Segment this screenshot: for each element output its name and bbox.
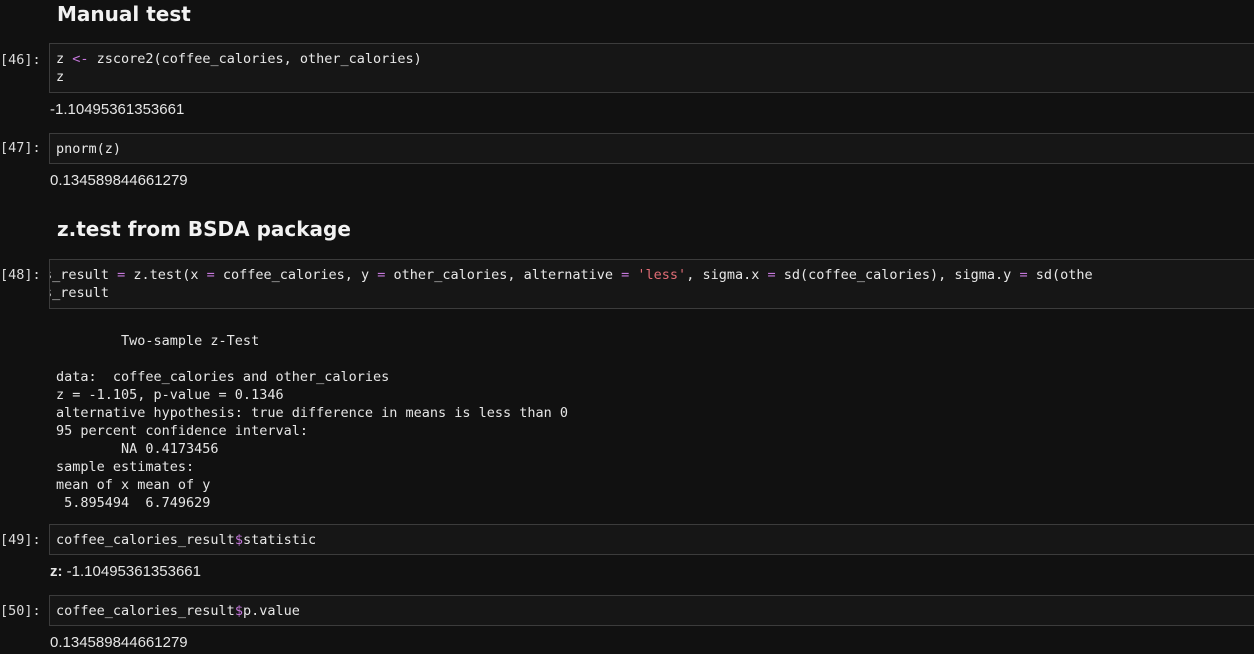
cell-prompt-50: [50]:	[0, 603, 41, 619]
code-cell-48[interactable]: s_result = z.test(x = coffee_calories, y…	[49, 259, 1254, 309]
code-cell-49[interactable]: coffee_calories_result$statistic	[49, 524, 1254, 555]
cell-prompt-48: [48]:	[0, 267, 41, 283]
output-line: 5.895494 6.749629	[56, 495, 211, 511]
code-line: coffee_calories_result$statistic	[56, 532, 317, 548]
cell-prompt-49: [49]:	[0, 532, 41, 548]
section-heading-ztest-bsda: z.test from BSDA package	[57, 217, 351, 241]
cell-output-49: z: -1.10495361353661	[50, 563, 201, 581]
output-value: -1.10495361353661	[62, 563, 201, 580]
code-line: z	[56, 69, 65, 85]
output-line: 95 percent confidence interval:	[56, 423, 308, 439]
ztest-output-title: Two-sample z-Test	[56, 333, 260, 349]
ztest-output: data: coffee_calories and other_calories…	[56, 368, 568, 512]
code-line: z <- zscore2(coffee_calories, other_calo…	[56, 51, 422, 67]
output-label: z:	[50, 563, 63, 580]
code-line: pnorm(z)	[56, 141, 122, 157]
cell-prompt-47: [47]:	[0, 140, 41, 156]
cell-prompt-46: [46]:	[0, 52, 41, 68]
output-line: mean of x mean of y	[56, 477, 211, 493]
output-line: alternative hypothesis: true difference …	[56, 405, 569, 421]
code-cell-47[interactable]: pnorm(z)	[49, 133, 1254, 164]
output-line: data: coffee_calories and other_calories	[56, 369, 390, 385]
section-heading-manual-test: Manual test	[57, 2, 191, 26]
output-line: z = -1.105, p-value = 0.1346	[56, 387, 284, 403]
code-line: s_result	[49, 285, 110, 301]
output-line: sample estimates:	[56, 459, 195, 475]
output-line: NA 0.4173456	[56, 441, 219, 457]
cell-output-50: 0.134589844661279	[50, 634, 188, 651]
cell-output-46: -1.10495361353661	[50, 101, 185, 118]
code-line: coffee_calories_result$p.value	[56, 603, 300, 619]
code-cell-50[interactable]: coffee_calories_result$p.value	[49, 595, 1254, 626]
cell-output-47: 0.134589844661279	[50, 172, 188, 189]
code-cell-46[interactable]: z <- zscore2(coffee_calories, other_calo…	[49, 43, 1254, 93]
code-line: s_result = z.test(x = coffee_calories, y…	[49, 267, 1093, 283]
